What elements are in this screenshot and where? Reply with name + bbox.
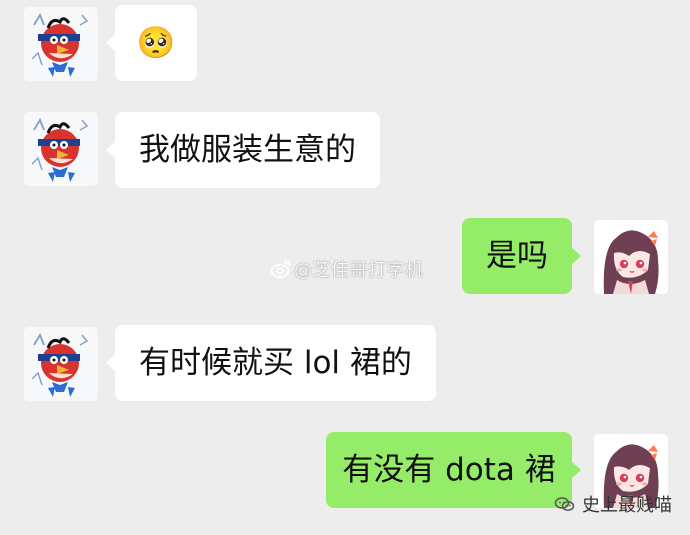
- weibo-watermark: @芝佳哥打字机: [270, 256, 424, 282]
- channel-watermark-text: 史上最贱喵: [582, 495, 672, 516]
- message-row-left: 有时候就买 lol 裙的: [0, 325, 690, 401]
- contact-avatar[interactable]: [24, 112, 98, 186]
- anime-girl-icon: [594, 220, 668, 294]
- chat-thread: 🥺 我做服装生意的 是吗 有时候就买 lol 裙的 有没有 dota 裙 @芝佳…: [0, 0, 690, 535]
- message-bubble[interactable]: 是吗: [462, 218, 581, 294]
- message-text: 有时候就买 lol 裙的: [139, 345, 412, 381]
- red-bird-icon: [24, 112, 98, 186]
- weibo-icon: [270, 259, 292, 278]
- message-bubble[interactable]: 我做服装生意的: [106, 112, 380, 188]
- user-avatar[interactable]: [594, 220, 668, 294]
- message-text: 是吗: [486, 238, 548, 274]
- message-text: 🥺: [136, 25, 176, 61]
- message-row-left: 我做服装生意的: [0, 112, 690, 188]
- message-row-left: 🥺: [0, 5, 690, 81]
- message-bubble[interactable]: 有没有 dota 裙: [326, 432, 581, 508]
- contact-avatar[interactable]: [24, 7, 98, 81]
- weibo-watermark-text: @芝佳哥打字机: [294, 260, 424, 281]
- channel-watermark: 史上最贱喵: [554, 491, 672, 517]
- message-bubble[interactable]: 🥺: [106, 5, 197, 81]
- red-bird-icon: [24, 327, 98, 401]
- red-bird-icon: [24, 7, 98, 81]
- wechat-channel-icon: [554, 497, 575, 511]
- contact-avatar[interactable]: [24, 327, 98, 401]
- message-text: 我做服装生意的: [139, 132, 356, 168]
- message-bubble[interactable]: 有时候就买 lol 裙的: [106, 325, 436, 401]
- message-text: 有没有 dota 裙: [342, 452, 556, 488]
